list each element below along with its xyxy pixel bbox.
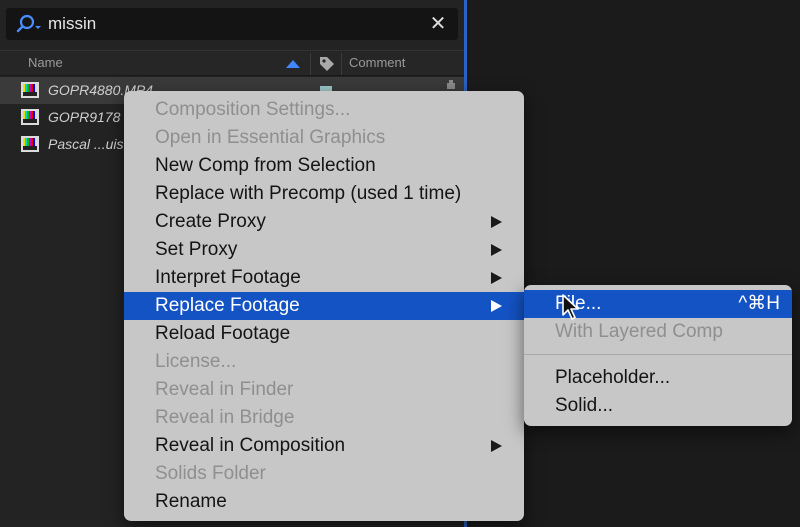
missing-footage-icon — [21, 109, 39, 125]
menu-item-reveal-in-composition[interactable]: Reveal in Composition — [124, 432, 524, 460]
submenu-item-label: Solid... — [555, 395, 614, 416]
menu-item-label: Set Proxy — [155, 239, 238, 260]
menu-item-interpret-footage[interactable]: Interpret Footage — [124, 264, 524, 292]
menu-item-replace-footage[interactable]: Replace Footage — [124, 292, 524, 320]
search-input[interactable] — [48, 12, 428, 36]
column-header: Name Comment — [0, 50, 464, 76]
label-tag-icon[interactable] — [318, 55, 336, 73]
submenu-item-label: With Layered Comp — [555, 321, 723, 342]
menu-item-create-proxy[interactable]: Create Proxy — [124, 208, 524, 236]
menu-item-label: Reveal in Bridge — [155, 407, 295, 428]
context-menu: Composition Settings... Open in Essentia… — [124, 91, 524, 521]
sort-ascending-icon[interactable] — [286, 60, 300, 68]
menu-item-label: Solids Folder — [155, 463, 266, 484]
menu-item-label: Interpret Footage — [155, 267, 301, 288]
column-comment-header[interactable]: Comment — [349, 55, 405, 70]
submenu-arrow-icon — [491, 440, 502, 452]
menu-item-replace-with-precomp[interactable]: Replace with Precomp (used 1 time) — [124, 180, 524, 208]
missing-footage-icon — [21, 82, 39, 98]
app-window: ✕ Name Comment — [0, 0, 800, 527]
menu-item-label: Reload Footage — [155, 323, 291, 344]
column-separator[interactable] — [341, 53, 342, 75]
submenu-arrow-icon — [491, 216, 502, 228]
menu-item-label: License... — [155, 351, 237, 372]
menu-item-solids-folder: Solids Folder — [124, 460, 524, 488]
menu-item-new-comp-from-selection[interactable]: New Comp from Selection — [124, 152, 524, 180]
submenu-arrow-icon — [491, 244, 502, 256]
menu-item-label: Open in Essential Graphics — [155, 127, 386, 148]
menu-item-reload-footage[interactable]: Reload Footage — [124, 320, 524, 348]
menu-item-label: Composition Settings... — [155, 99, 351, 120]
search-bar: ✕ — [6, 8, 458, 40]
menu-item-label: Reveal in Composition — [155, 435, 346, 456]
menu-item-reveal-in-finder: Reveal in Finder — [124, 376, 524, 404]
column-name-header[interactable]: Name — [28, 55, 63, 70]
submenu-item-label: Placeholder... — [555, 367, 671, 388]
menu-item-label: New Comp from Selection — [155, 155, 376, 176]
menu-item-rename[interactable]: Rename — [124, 488, 524, 516]
submenu-item-solid[interactable]: Solid... — [524, 392, 792, 420]
menu-item-open-in-essential-graphics: Open in Essential Graphics — [124, 124, 524, 152]
menu-item-label: Replace Footage — [155, 295, 300, 316]
menu-item-label: Rename — [155, 491, 227, 512]
menu-item-label: Create Proxy — [155, 211, 266, 232]
menu-item-label: Reveal in Finder — [155, 379, 294, 400]
submenu-arrow-icon — [491, 300, 502, 312]
submenu-item-with-layered-comp: With Layered Comp — [524, 318, 792, 346]
menu-item-label: Replace with Precomp (used 1 time) — [155, 183, 462, 204]
footage-name: GOPR9178 — [48, 109, 121, 125]
keyboard-shortcut: ^⌘H — [738, 293, 780, 314]
clear-search-icon[interactable]: ✕ — [426, 12, 450, 36]
mouse-pointer-icon — [562, 294, 579, 320]
menu-separator — [524, 354, 792, 355]
column-separator[interactable] — [310, 53, 311, 75]
missing-footage-icon — [21, 136, 39, 152]
menu-item-license: License... — [124, 348, 524, 376]
search-icon[interactable] — [16, 14, 42, 34]
submenu-item-placeholder[interactable]: Placeholder... — [524, 364, 792, 392]
menu-item-reveal-in-bridge: Reveal in Bridge — [124, 404, 524, 432]
footage-name: Pascal ...uis — [48, 136, 124, 152]
submenu-arrow-icon — [491, 272, 502, 284]
menu-item-set-proxy[interactable]: Set Proxy — [124, 236, 524, 264]
menu-item-composition-settings: Composition Settings... — [124, 96, 524, 124]
